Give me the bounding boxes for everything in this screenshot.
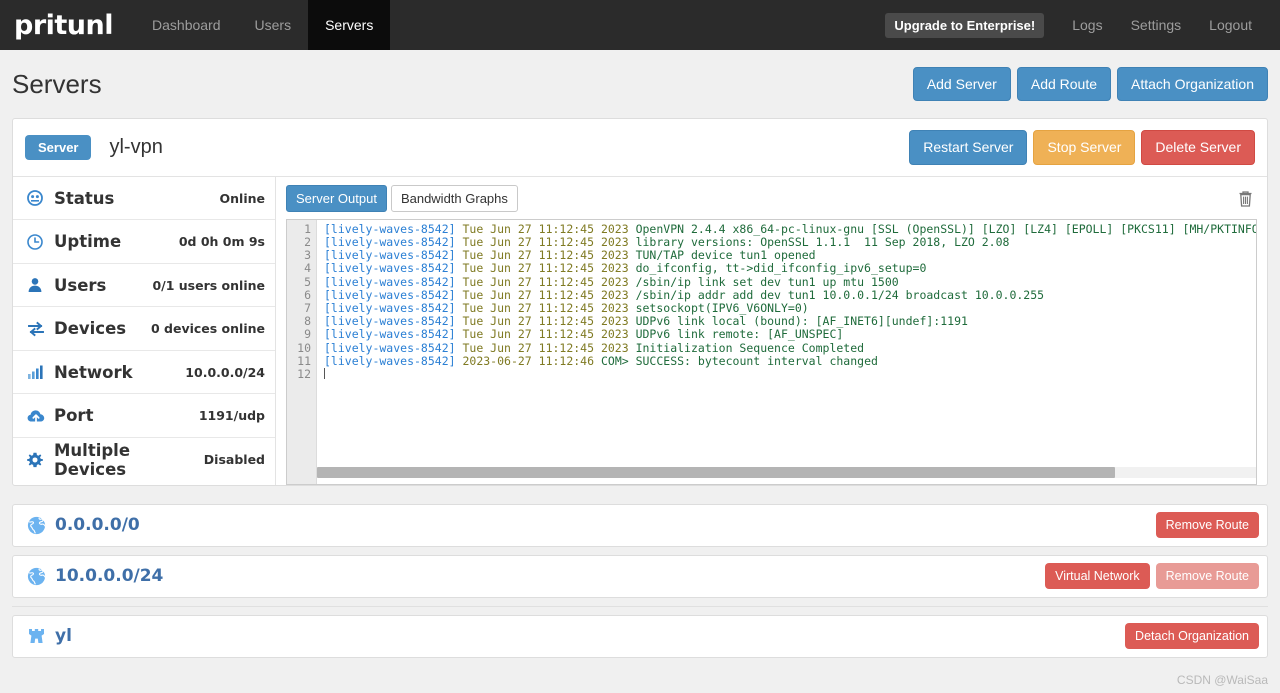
- server-panel-header: Server yl-vpn Restart Server Stop Server…: [13, 119, 1267, 177]
- delete-server-button[interactable]: Delete Server: [1141, 130, 1255, 165]
- primary-nav: Dashboard Users Servers: [135, 0, 391, 50]
- user-icon: [27, 277, 47, 293]
- brand-logo[interactable]: pritunl: [0, 0, 135, 50]
- info-row-users: Users 0/1 users online: [13, 264, 275, 308]
- line-number: 6: [304, 287, 311, 302]
- secondary-nav: Upgrade to Enterprise! Logs Settings Log…: [885, 0, 1280, 50]
- server-output-terminal[interactable]: 1 2 3 4 5 6 7 8 9 10 11 12 [lively-waves…: [286, 218, 1257, 485]
- info-value-port: 1191/udp: [198, 408, 265, 424]
- terminal-inner: 1 2 3 4 5 6 7 8 9 10 11 12 [lively-waves…: [287, 219, 1256, 484]
- info-label-network: Network: [54, 362, 133, 382]
- cloud-upload-icon: [27, 408, 47, 424]
- page-actions: Add Server Add Route Attach Organization: [912, 66, 1268, 102]
- info-row-port: Port 1191/udp: [13, 394, 275, 438]
- line-number: 5: [304, 274, 311, 289]
- server-panel: Server yl-vpn Restart Server Stop Server…: [12, 118, 1268, 486]
- organization-row: yl Detach Organization: [12, 614, 1268, 658]
- tab-server-output[interactable]: Server Output: [286, 184, 387, 212]
- info-row-status: Status Online: [13, 177, 275, 221]
- info-value-users: 0/1 users online: [152, 277, 265, 293]
- restart-server-button[interactable]: Restart Server: [909, 130, 1028, 165]
- server-name: yl-vpn: [109, 135, 163, 158]
- globe-icon: [27, 516, 46, 535]
- trash-icon[interactable]: [1238, 190, 1257, 207]
- remove-route-button[interactable]: Remove Route: [1155, 563, 1259, 590]
- nav-link-users[interactable]: Users: [238, 0, 309, 50]
- virtual-network-button[interactable]: Virtual Network: [1045, 563, 1150, 590]
- line-number: 2: [304, 235, 311, 249]
- line-number: 3: [304, 248, 311, 263]
- line-number: 7: [304, 301, 311, 316]
- page-title: Servers: [12, 68, 102, 99]
- server-info-list: Status Online Uptime 0d 0h 0m 9s Users 0…: [13, 176, 276, 485]
- server-panel-body: Status Online Uptime 0d 0h 0m 9s Users 0…: [13, 176, 1267, 485]
- terminal-lines: [lively-waves-8542] Tue Jun 27 11:12:45 …: [317, 220, 1256, 484]
- text-caret: [324, 368, 325, 380]
- app-root: pritunl Dashboard Users Servers Upgrade …: [0, 0, 1280, 693]
- info-value-devices: 0 devices online: [150, 321, 265, 337]
- line-number-gutter: 1 2 3 4 5 6 7 8 9 10 11 12: [287, 219, 317, 484]
- line-number: 8: [304, 314, 311, 329]
- nav-link-dashboard[interactable]: Dashboard: [135, 0, 238, 50]
- route-row: 0.0.0.0/0 Remove Route: [12, 503, 1268, 547]
- terminal-line: [lively-waves-8542] 2023-06-27 11:12:46 …: [324, 353, 878, 368]
- route-actions: Virtual Network Remove Route: [1045, 563, 1259, 590]
- server-type-badge[interactable]: Server: [25, 134, 92, 160]
- status-icon: [27, 190, 47, 206]
- organization-icon: [27, 627, 46, 645]
- info-row-devices: Devices 0 devices online: [13, 307, 275, 351]
- info-value-network: 10.0.0.0/24: [185, 364, 265, 380]
- nav-link-settings[interactable]: Settings: [1117, 17, 1196, 33]
- globe-icon: [27, 567, 46, 586]
- line-number: 1: [304, 221, 311, 236]
- line-number: 10: [297, 340, 311, 355]
- line-number: 9: [304, 327, 311, 342]
- nav-link-logout[interactable]: Logout: [1195, 17, 1266, 33]
- info-row-network: Network 10.0.0.0/24: [13, 351, 275, 395]
- info-value-status: Online: [219, 190, 265, 206]
- organization-actions: Detach Organization: [1125, 623, 1259, 650]
- info-label-uptime: Uptime: [54, 232, 122, 252]
- route-actions: Remove Route: [1155, 512, 1259, 539]
- nav-link-servers[interactable]: Servers: [308, 0, 391, 50]
- output-tabs: Server Output Bandwidth Graphs: [286, 184, 1257, 212]
- watermark: CSDN @WaiSaa: [1176, 673, 1268, 687]
- route-label: 10.0.0.0/24: [55, 566, 164, 587]
- tab-bandwidth-graphs[interactable]: Bandwidth Graphs: [390, 184, 518, 212]
- horizontal-scrollbar-thumb[interactable]: [317, 466, 1116, 478]
- remove-route-button[interactable]: Remove Route: [1155, 512, 1259, 539]
- line-number: 12: [297, 367, 311, 382]
- route-row: 10.0.0.0/24 Virtual Network Remove Route: [12, 554, 1268, 598]
- route-label: 0.0.0.0/0: [55, 515, 140, 536]
- horizontal-scrollbar[interactable]: [317, 466, 1256, 478]
- line-number: 4: [304, 261, 311, 276]
- exchange-icon: [27, 321, 47, 337]
- info-value-multiple-devices: Disabled: [203, 452, 265, 468]
- info-row-uptime: Uptime 0d 0h 0m 9s: [13, 220, 275, 264]
- detach-organization-button[interactable]: Detach Organization: [1125, 623, 1259, 650]
- info-value-uptime: 0d 0h 0m 9s: [178, 234, 265, 250]
- info-label-devices: Devices: [54, 319, 127, 339]
- info-label-port: Port: [54, 406, 94, 426]
- page-header: Servers Add Server Add Route Attach Orga…: [0, 50, 1280, 118]
- info-label-users: Users: [54, 275, 107, 295]
- server-actions: Restart Server Stop Server Delete Server: [909, 130, 1255, 165]
- upgrade-to-enterprise-button[interactable]: Upgrade to Enterprise!: [885, 12, 1045, 38]
- add-route-button[interactable]: Add Route: [1016, 66, 1112, 102]
- info-label-status: Status: [54, 188, 115, 208]
- top-navbar: pritunl Dashboard Users Servers Upgrade …: [0, 0, 1280, 50]
- gear-icon: [27, 452, 47, 468]
- nav-link-logs[interactable]: Logs: [1058, 17, 1116, 33]
- clock-icon: [27, 233, 47, 250]
- add-server-button[interactable]: Add Server: [912, 66, 1011, 102]
- stop-server-button[interactable]: Stop Server: [1033, 130, 1136, 165]
- server-output-area: Server Output Bandwidth Graphs 1 2 3 4 5: [276, 177, 1267, 485]
- signal-icon: [27, 364, 47, 380]
- attach-organization-button[interactable]: Attach Organization: [1117, 66, 1268, 102]
- terminal-line: [324, 368, 1256, 381]
- organization-label: yl: [55, 626, 72, 647]
- info-label-multiple-devices: Multiple Devices: [54, 440, 131, 479]
- info-row-multiple-devices: Multiple Devices Disabled: [13, 438, 275, 482]
